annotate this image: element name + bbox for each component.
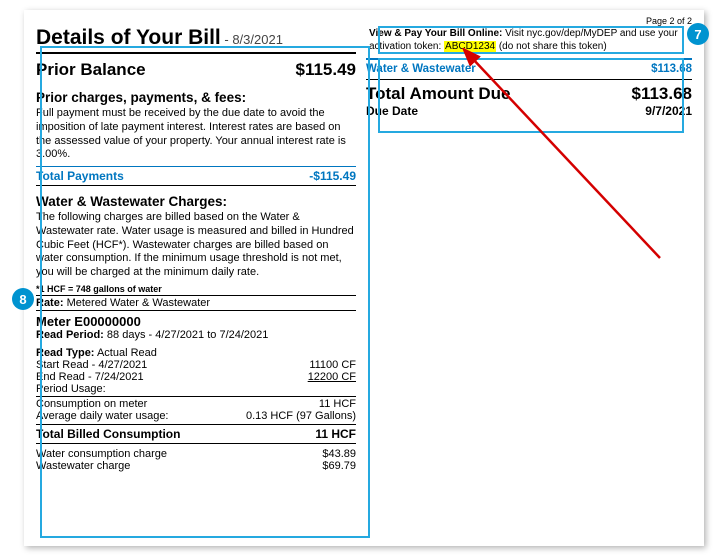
start-read-value: 11100 CF (309, 359, 356, 371)
prior-balance-row: Prior Balance $115.49 (36, 60, 356, 80)
water-charge-row: Water consumption charge $43.89 (36, 448, 356, 460)
callout-badge-7: 7 (687, 23, 709, 45)
end-read-row: End Read - 7/24/2021 12200 CF (36, 371, 356, 383)
avg-daily-row: Average daily water usage: 0.13 HCF (97 … (36, 410, 356, 422)
total-billed-label: Total Billed Consumption (36, 427, 180, 441)
total-billed-value: 11 HCF (315, 427, 356, 441)
period-usage-row: Period Usage: (36, 383, 356, 395)
activation-token: ABCD1234 (444, 41, 496, 52)
end-read-value: 12200 CF (308, 371, 356, 383)
period-usage-label: Period Usage: (36, 383, 106, 395)
title-row: Details of Your Bill - 8/3/2021 (36, 26, 356, 54)
bill-page: Page 2 of 2 Details of Your Bill - 8/3/2… (24, 10, 704, 546)
rate-label: Rate: (36, 297, 64, 309)
read-period: Read Period: 88 days - 4/27/2021 to 7/24… (36, 329, 356, 341)
due-date-value: 9/7/2021 (645, 104, 692, 118)
callout-badge-8: 8 (12, 288, 34, 310)
start-read-row: Start Read - 4/27/2021 11100 CF (36, 359, 356, 371)
consumption-meter-value: 11 HCF (319, 398, 356, 410)
read-period-label: Read Period: (36, 329, 104, 341)
total-due-block: Total Amount Due $113.68 Due Date 9/7/20… (366, 79, 692, 118)
ww-charges-text: The following charges are billed based o… (36, 211, 356, 280)
wastewater-charge-label: Wastewater charge (36, 460, 130, 472)
prior-balance-amount: $115.49 (295, 60, 356, 80)
avg-daily-value: 0.13 HCF (97 Gallons) (246, 410, 356, 422)
hcf-note: *1 HCF = 748 gallons of water (36, 284, 356, 296)
rate-line: Rate: Metered Water & Wastewater (36, 296, 356, 311)
online-text2: (do not share this token) (496, 41, 607, 52)
ww-summary-label: Water & Wastewater (366, 63, 476, 75)
read-type: Read Type: Actual Read (36, 347, 356, 359)
consumption-meter-row: Consumption on meter 11 HCF (36, 398, 356, 410)
right-column: View & Pay Your Bill Online: Visit nyc.g… (366, 26, 692, 472)
read-period-value: 88 days - 4/27/2021 to 7/24/2021 (107, 329, 268, 341)
online-bold: View & Pay Your Bill Online: (369, 28, 502, 39)
ww-charges-heading: Water & Wastewater Charges: (36, 194, 356, 209)
total-payments-row: Total Payments -$115.49 (36, 166, 356, 186)
total-due-amount: $113.68 (631, 84, 692, 104)
prior-charges-heading: Prior charges, payments, & fees: (36, 90, 356, 105)
start-read-label: Start Read - 4/27/2021 (36, 359, 147, 371)
avg-daily-label: Average daily water usage: (36, 410, 169, 422)
wastewater-charge-row: Wastewater charge $69.79 (36, 460, 356, 472)
water-charge-label: Water consumption charge (36, 448, 167, 460)
total-due-label: Total Amount Due (366, 84, 510, 104)
read-type-label: Read Type: (36, 347, 94, 359)
total-payments-amount: -$115.49 (309, 169, 356, 183)
consumption-meter-label: Consumption on meter (36, 398, 147, 410)
left-column: Details of Your Bill - 8/3/2021 Prior Ba… (36, 26, 356, 472)
rate-value: Metered Water & Wastewater (67, 297, 210, 309)
title-date: - 8/3/2021 (221, 32, 283, 47)
wastewater-charge-value: $69.79 (322, 460, 356, 472)
page-number: Page 2 of 2 (36, 16, 692, 26)
total-payments-label: Total Payments (36, 169, 124, 183)
read-type-value: Actual Read (97, 347, 157, 359)
online-box: View & Pay Your Bill Online: Visit nyc.g… (366, 26, 692, 55)
ww-summary-amount: $113.68 (651, 63, 692, 75)
prior-balance-label: Prior Balance (36, 60, 146, 80)
meter-name: Meter E00000000 (36, 314, 356, 329)
water-charge-value: $43.89 (322, 448, 356, 460)
page-title: Details of Your Bill (36, 26, 221, 49)
due-date-label: Due Date (366, 104, 418, 118)
ww-summary-row: Water & Wastewater $113.68 (366, 58, 692, 77)
end-read-label: End Read - 7/24/2021 (36, 371, 144, 383)
prior-charges-text: Full payment must be received by the due… (36, 107, 356, 162)
total-billed-row: Total Billed Consumption 11 HCF (36, 424, 356, 444)
